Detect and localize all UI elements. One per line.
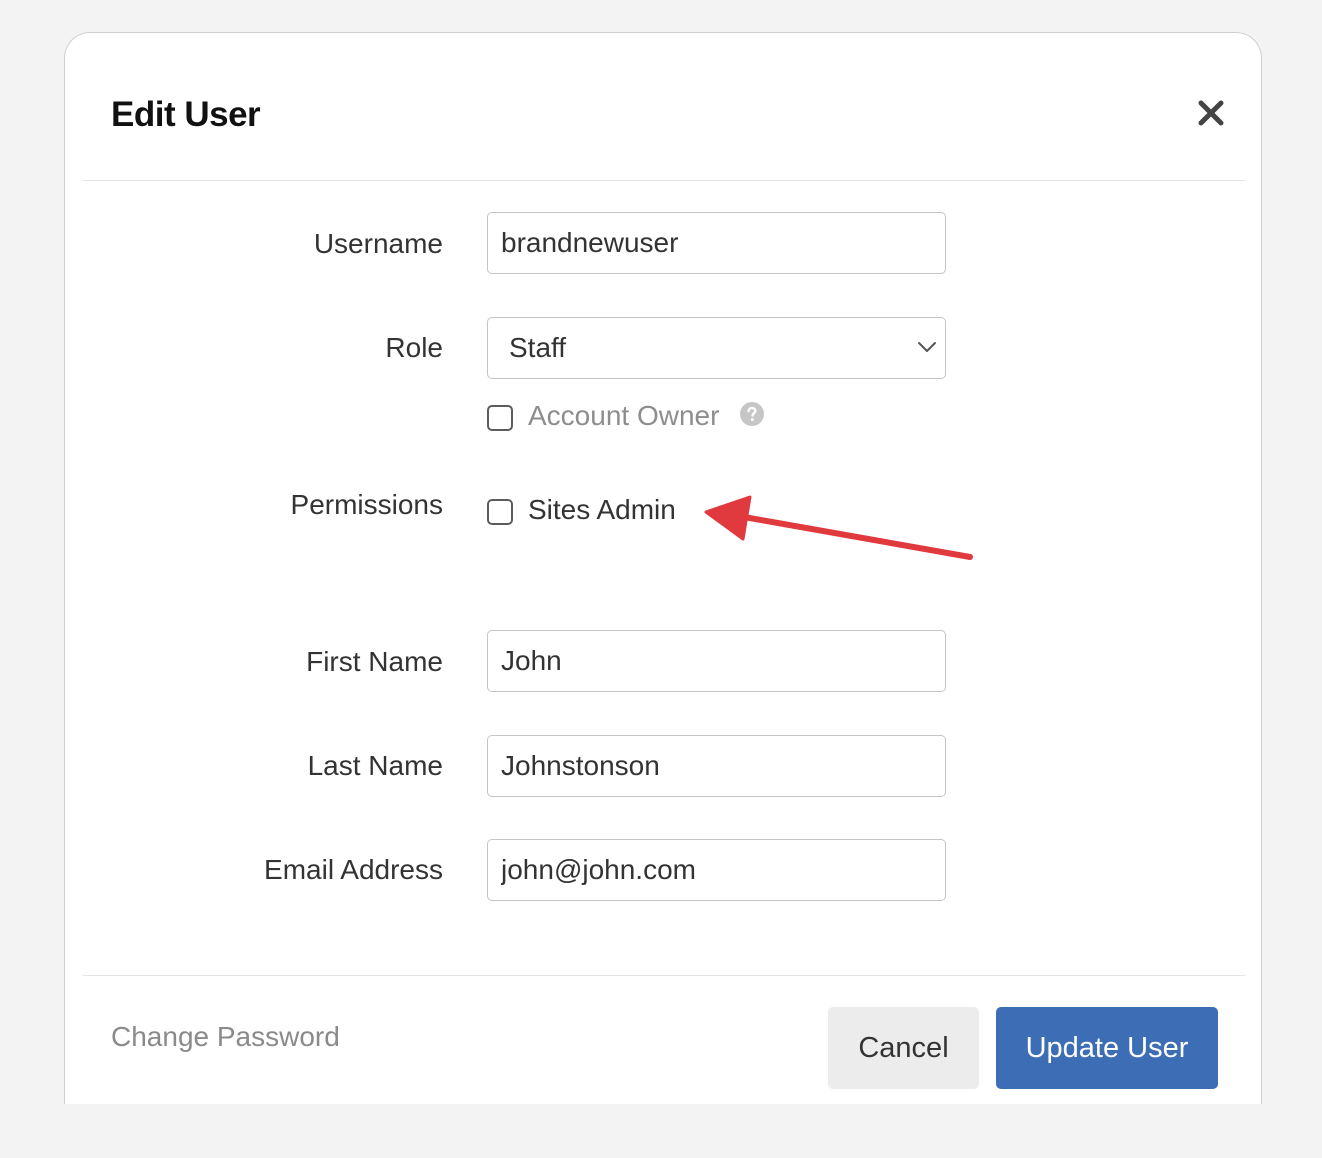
username-row: Username <box>65 212 1261 274</box>
change-password-link[interactable]: Change Password <box>111 1021 340 1053</box>
footer-divider <box>83 975 1245 976</box>
first-name-input[interactable] <box>487 630 946 692</box>
last-name-row: Last Name <box>65 735 1261 797</box>
dialog-title: Edit User <box>111 95 261 134</box>
edit-user-dialog: Edit User Username Role Staff Account Ow… <box>64 32 1262 1104</box>
chevron-down-icon <box>916 340 938 359</box>
email-input[interactable] <box>487 839 946 901</box>
first-name-label: First Name <box>306 646 443 677</box>
last-name-label: Last Name <box>307 750 443 781</box>
sites-admin-checkbox[interactable] <box>487 499 513 525</box>
role-select[interactable]: Staff <box>487 317 946 379</box>
role-label: Role <box>385 332 443 363</box>
sites-admin-label: Sites Admin <box>528 494 676 525</box>
account-owner-label: Account Owner <box>528 400 720 431</box>
update-user-button[interactable]: Update User <box>996 1007 1218 1089</box>
first-name-row: First Name <box>65 630 1261 692</box>
cancel-button[interactable]: Cancel <box>828 1007 979 1089</box>
last-name-input[interactable] <box>487 735 946 797</box>
role-row: Role Staff <box>65 317 1261 379</box>
account-owner-checkbox[interactable] <box>487 405 513 431</box>
close-icon[interactable] <box>1191 93 1231 133</box>
email-label: Email Address <box>264 854 443 885</box>
dialog-header: Edit User <box>83 33 1245 181</box>
permissions-label: Permissions <box>290 489 443 520</box>
question-circle-icon[interactable] <box>740 402 764 426</box>
username-input[interactable] <box>487 212 946 274</box>
email-row: Email Address <box>65 839 1261 901</box>
username-label: Username <box>313 228 443 259</box>
role-select-value: Staff <box>509 332 567 363</box>
